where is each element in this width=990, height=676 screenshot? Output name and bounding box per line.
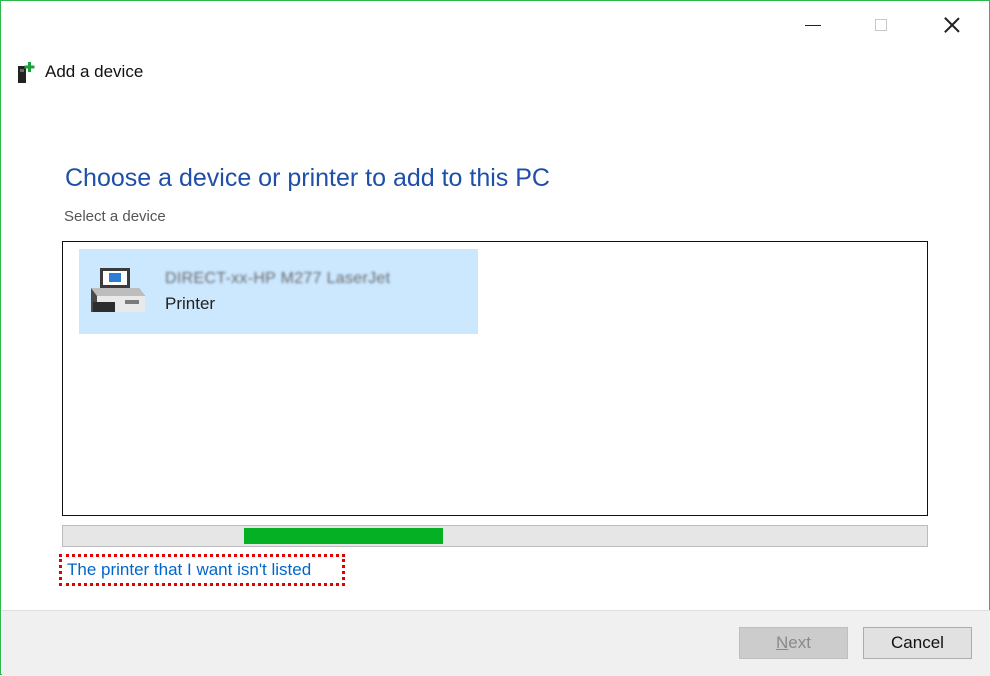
device-list[interactable]: DIRECT-xx-HP M277 LaserJet Printer [62,241,928,516]
device-name: DIRECT-xx-HP M277 LaserJet [165,269,391,287]
minimize-icon [805,24,821,26]
maximize-icon [875,19,887,31]
add-device-window: Add a device Choose a device or printer … [0,0,990,676]
device-details: DIRECT-xx-HP M277 LaserJet Printer [165,270,390,314]
printer-icon [91,267,145,312]
dialog-footer: Next Cancel [2,610,990,676]
device-item-printer[interactable]: DIRECT-xx-HP M277 LaserJet Printer [79,249,478,334]
select-device-label: Select a device [64,208,166,225]
search-progress-bar [62,525,928,547]
printer-not-listed-link[interactable]: The printer that I want isn't listed [67,560,311,580]
minimize-button[interactable] [784,5,842,45]
add-device-icon [18,62,35,83]
maximize-button[interactable] [852,5,910,45]
window-title: Add a device [45,62,144,81]
window-title-bar: Add a device [17,59,143,85]
close-icon [944,17,960,33]
next-button-label: ext [788,633,811,652]
close-button[interactable] [923,5,981,45]
device-type: Printer [165,293,216,313]
progress-fill [244,528,443,544]
page-title: Choose a device or printer to add to thi… [65,164,550,192]
printer-not-listed-highlight: The printer that I want isn't listed [59,554,345,586]
cancel-button[interactable]: Cancel [863,627,972,659]
next-button-mnemonic: N [776,633,789,652]
next-button[interactable]: Next [739,627,848,659]
